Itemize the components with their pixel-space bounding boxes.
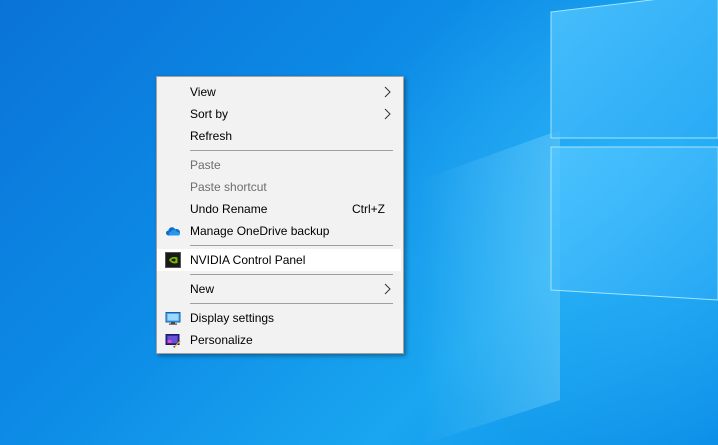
menu-item-label: Display settings <box>190 311 275 325</box>
chevron-right-icon <box>384 108 391 120</box>
menu-item-manage-onedrive-backup[interactable]: Manage OneDrive backup <box>157 220 403 242</box>
menu-item-undo-rename[interactable]: Undo Rename Ctrl+Z <box>157 198 403 220</box>
menu-separator <box>190 245 393 246</box>
display-settings-icon <box>165 312 181 325</box>
menu-item-label: NVIDIA Control Panel <box>190 253 306 267</box>
menu-item-label: Personalize <box>190 333 253 347</box>
chevron-right-icon <box>384 283 391 295</box>
menu-item-sort-by[interactable]: Sort by <box>157 103 403 125</box>
menu-item-new[interactable]: New <box>157 278 403 300</box>
menu-item-view[interactable]: View <box>157 81 403 103</box>
menu-item-paste: Paste <box>157 154 403 176</box>
menu-item-label: View <box>190 85 216 99</box>
menu-item-label: Refresh <box>190 129 233 143</box>
chevron-right-icon <box>384 86 391 98</box>
menu-item-label: Sort by <box>190 107 229 121</box>
menu-item-label: New <box>190 282 215 296</box>
menu-separator <box>190 303 393 304</box>
menu-separator <box>190 150 393 151</box>
desktop-context-menu: View Sort by Refresh Paste Paste shortcu… <box>156 76 404 354</box>
menu-item-display-settings[interactable]: Display settings <box>157 307 403 329</box>
nvidia-icon <box>165 252 181 268</box>
menu-item-nvidia-control-panel[interactable]: NVIDIA Control Panel <box>157 249 401 271</box>
menu-item-label: Manage OneDrive backup <box>190 224 330 238</box>
menu-item-label: Paste shortcut <box>190 180 267 194</box>
personalize-icon <box>165 334 181 348</box>
onedrive-cloud-icon <box>166 227 180 236</box>
menu-item-label: Undo Rename <box>190 202 268 216</box>
menu-item-paste-shortcut: Paste shortcut <box>157 176 403 198</box>
menu-item-shortcut: Ctrl+Z <box>352 202 385 216</box>
menu-separator <box>190 274 393 275</box>
menu-item-refresh[interactable]: Refresh <box>157 125 403 147</box>
menu-item-label: Paste <box>190 158 221 172</box>
menu-item-personalize[interactable]: Personalize <box>157 329 403 351</box>
